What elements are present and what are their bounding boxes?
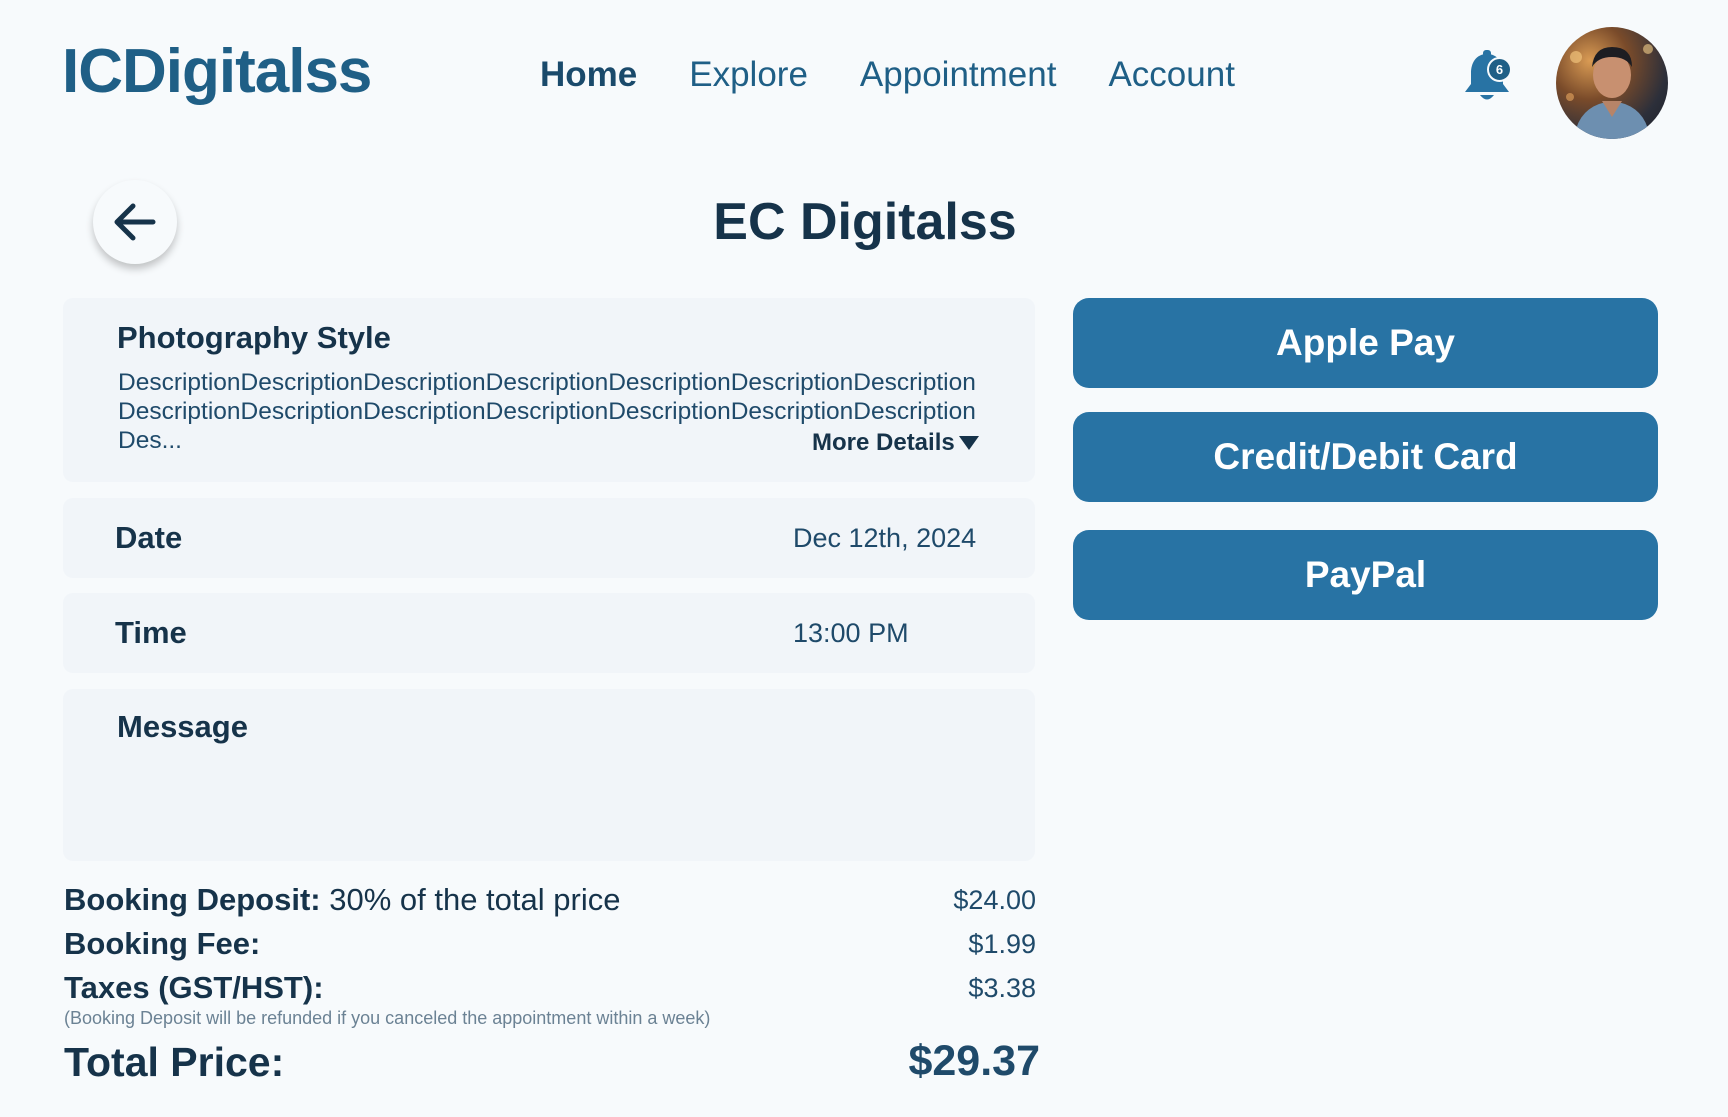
total-price-value: $29.37 [908, 1037, 1040, 1085]
main-nav: Home Explore Appointment Account [540, 52, 1235, 98]
booking-fee-value: $1.99 [968, 929, 1036, 959]
apple-pay-button[interactable]: Apple Pay [1073, 298, 1658, 388]
nav-item-explore[interactable]: Explore [689, 52, 808, 98]
payment-page: ICDigitalss Home Explore Appointment Acc… [0, 0, 1728, 1117]
nav-item-account[interactable]: Account [1108, 52, 1234, 98]
notification-badge: 6 [1487, 57, 1512, 82]
booking-deposit-label: Booking Deposit: 30% of the total price [64, 880, 620, 920]
arrow-left-icon [114, 203, 156, 241]
time-value: 13:00 PM [793, 618, 909, 648]
app-logo[interactable]: ICDigitalss [62, 36, 372, 108]
booking-fee-title: Booking Fee: [64, 926, 261, 961]
nav-item-appointment[interactable]: Appointment [860, 52, 1057, 98]
booking-deposit-row: Booking Deposit: 30% of the total price … [64, 880, 1036, 920]
caret-down-icon [958, 436, 979, 450]
back-button[interactable] [93, 180, 177, 264]
date-row: Date Dec 12th, 2024 [63, 498, 1035, 578]
taxes-label: Taxes (GST/HST): [64, 968, 324, 1008]
credit-debit-card-button[interactable]: Credit/Debit Card [1073, 412, 1658, 502]
taxes-row: Taxes (GST/HST): $3.38 [64, 968, 1036, 1008]
page-title: EC Digitalss [713, 193, 1017, 251]
user-avatar[interactable] [1556, 27, 1668, 139]
refund-note: (Booking Deposit will be refunded if you… [64, 1008, 711, 1028]
booking-deposit-title: Booking Deposit: [64, 882, 321, 917]
message-field[interactable]: Message [63, 689, 1035, 861]
total-price-label: Total Price: [64, 1039, 285, 1085]
more-details-label: More Details [812, 429, 955, 456]
time-label: Time [115, 615, 187, 650]
taxes-value: $3.38 [968, 973, 1036, 1003]
taxes-title: Taxes (GST/HST): [64, 970, 324, 1005]
time-row: Time 13:00 PM [63, 593, 1035, 673]
booking-fee-label: Booking Fee: [64, 924, 260, 964]
paypal-button[interactable]: PayPal [1073, 530, 1658, 620]
nav-item-home[interactable]: Home [540, 52, 637, 98]
booking-fee-row: Booking Fee: $1.99 [64, 924, 1036, 964]
photography-style-card: Photography Style DescriptionDescription… [63, 298, 1035, 482]
date-value: Dec 12th, 2024 [793, 523, 977, 553]
booking-deposit-value: $24.00 [953, 885, 1036, 915]
message-label: Message [117, 709, 248, 744]
more-details-link[interactable]: More Details [812, 428, 979, 458]
booking-deposit-desc: 30% of the total price [320, 882, 621, 917]
date-label: Date [115, 520, 183, 555]
photography-style-heading: Photography Style [117, 320, 391, 355]
